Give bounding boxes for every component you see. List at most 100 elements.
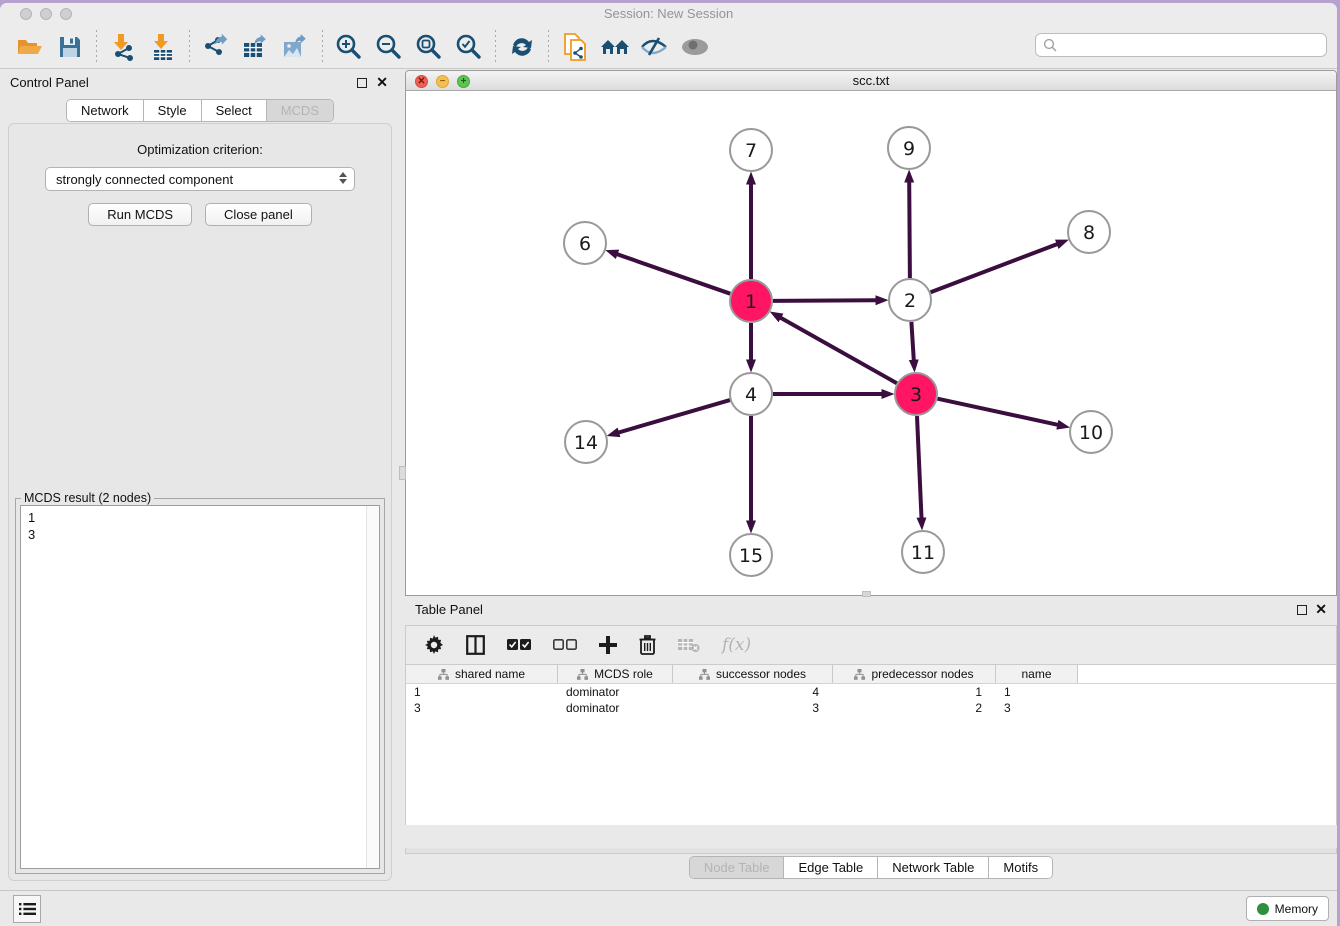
graph-node-15[interactable]: 15 (730, 534, 772, 576)
search-field[interactable] (1035, 33, 1327, 57)
edge-3-1[interactable] (781, 318, 897, 384)
edge-4-14[interactable] (619, 400, 730, 432)
cell-shared-name[interactable]: 1 (406, 684, 558, 700)
memory-button[interactable]: Memory (1246, 896, 1329, 921)
graph-node-9[interactable]: 9 (888, 127, 930, 169)
mcds-result-textarea[interactable]: 1 3 (20, 505, 380, 869)
zoom-fit-icon[interactable] (412, 30, 446, 64)
graph-node-8[interactable]: 8 (1068, 211, 1110, 253)
node-label: 1 (745, 291, 757, 313)
add-column-icon[interactable] (599, 636, 617, 654)
function-builder-icon[interactable]: f(x) (722, 635, 751, 655)
edge-3-10[interactable] (938, 399, 1058, 425)
cell-successor-nodes[interactable]: 4 (673, 684, 833, 700)
save-session-icon[interactable] (53, 30, 87, 64)
edge-2-3[interactable] (911, 322, 913, 360)
table-row[interactable]: 1 dominator 4 1 1 (406, 684, 1336, 700)
eye-icon[interactable] (678, 30, 712, 64)
edge-1-6[interactable] (617, 254, 730, 294)
houses-icon[interactable] (598, 30, 632, 64)
column-header-successor-nodes[interactable]: successor nodes (673, 665, 833, 683)
graph-node-3[interactable]: 3 (895, 373, 937, 415)
toolbar-separator (548, 30, 549, 64)
select-all-checkboxes-icon[interactable] (507, 639, 531, 651)
node-label: 6 (579, 233, 591, 255)
cell-shared-name[interactable]: 3 (406, 700, 558, 716)
column-settings-gear-icon[interactable] (424, 635, 444, 655)
tab-edge-table[interactable]: Edge Table (784, 857, 878, 878)
export-table-icon[interactable] (239, 30, 273, 64)
graph-node-1[interactable]: 1 (730, 280, 772, 322)
memory-status-icon (1257, 903, 1269, 915)
tab-node-table[interactable]: Node Table (690, 857, 785, 878)
deselect-all-checkboxes-icon[interactable] (553, 639, 577, 651)
delete-column-icon[interactable] (639, 635, 656, 655)
table-panel: Table Panel ✕ (405, 597, 1337, 893)
cell-name[interactable]: 3 (996, 700, 1078, 716)
tab-style[interactable]: Style (144, 100, 202, 121)
application-window: Session: New Session (0, 3, 1337, 926)
table-panel-bottom-strip (405, 848, 1337, 854)
edge-1-2[interactable] (773, 300, 876, 301)
cell-predecessor-nodes[interactable]: 2 (833, 700, 996, 716)
edge-2-8[interactable] (931, 244, 1058, 292)
column-header-predecessor-nodes[interactable]: predecessor nodes (833, 665, 996, 683)
close-panel-icon[interactable]: ✕ (376, 74, 388, 91)
graph-node-11[interactable]: 11 (902, 531, 944, 573)
run-mcds-button[interactable]: Run MCDS (88, 203, 192, 226)
edge-3-11[interactable] (917, 416, 922, 518)
graph-node-4[interactable]: 4 (730, 373, 772, 415)
float-table-panel-icon[interactable] (1297, 605, 1307, 615)
vertical-splitter-handle[interactable] (399, 466, 406, 480)
open-session-icon[interactable] (13, 30, 47, 64)
graph-node-7[interactable]: 7 (730, 129, 772, 171)
tab-select[interactable]: Select (202, 100, 267, 121)
export-image-icon[interactable] (279, 30, 313, 64)
control-panel-title: Control Panel (10, 75, 89, 90)
zoom-selected-icon[interactable] (452, 30, 486, 64)
node-label: 8 (1083, 222, 1095, 244)
cell-mcds-role[interactable]: dominator (558, 684, 673, 700)
tab-mcds[interactable]: MCDS (267, 100, 333, 121)
optimization-criterion-dropdown[interactable]: strongly connected component (45, 167, 355, 191)
column-header-mcds-role[interactable]: MCDS role (558, 665, 673, 683)
column-type-icon (577, 669, 588, 680)
delete-table-icon[interactable] (678, 637, 700, 653)
table-tabbar: Node Table Edge Table Network Table Moti… (405, 856, 1337, 879)
clone-network-icon[interactable] (558, 30, 592, 64)
cell-predecessor-nodes[interactable]: 1 (833, 684, 996, 700)
graph-node-10[interactable]: 10 (1070, 411, 1112, 453)
import-network-icon[interactable] (106, 30, 140, 64)
refresh-network-icon[interactable] (505, 30, 539, 64)
export-network-icon[interactable] (199, 30, 233, 64)
column-header-name[interactable]: name (996, 665, 1078, 683)
import-table-icon[interactable] (146, 30, 180, 64)
zoom-in-icon[interactable] (332, 30, 366, 64)
result-scrollbar[interactable] (366, 506, 379, 868)
graph-node-14[interactable]: 14 (565, 421, 607, 463)
eye-slash-icon[interactable] (638, 30, 672, 64)
split-column-icon[interactable] (466, 635, 485, 655)
mcds-panel-body: Optimization criterion: strongly connect… (8, 123, 392, 881)
task-history-button[interactable] (13, 895, 41, 923)
table-row[interactable]: 3 dominator 3 2 3 (406, 700, 1336, 716)
tab-motifs[interactable]: Motifs (989, 857, 1052, 878)
table-panel-header: Table Panel ✕ (405, 597, 1337, 623)
tab-network[interactable]: Network (67, 100, 144, 121)
search-input[interactable] (1057, 35, 1326, 55)
cell-mcds-role[interactable]: dominator (558, 700, 673, 716)
graph-node-2[interactable]: 2 (889, 279, 931, 321)
float-panel-icon[interactable] (357, 78, 367, 88)
column-header-shared-name[interactable]: shared name (406, 665, 558, 683)
edge-2-9[interactable] (909, 182, 910, 278)
node-label: 9 (903, 138, 915, 160)
network-canvas[interactable]: 7 9 6 8 1 2 4 3 14 10 15 11 (406, 92, 1336, 595)
cell-name[interactable]: 1 (996, 684, 1078, 700)
graph-node-6[interactable]: 6 (564, 222, 606, 264)
zoom-out-icon[interactable] (372, 30, 406, 64)
node-table[interactable]: shared name MCDS role successor nodes pr… (405, 665, 1337, 825)
close-table-panel-icon[interactable]: ✕ (1315, 601, 1327, 618)
tab-network-table[interactable]: Network Table (878, 857, 989, 878)
cell-successor-nodes[interactable]: 3 (673, 700, 833, 716)
close-panel-button[interactable]: Close panel (205, 203, 312, 226)
